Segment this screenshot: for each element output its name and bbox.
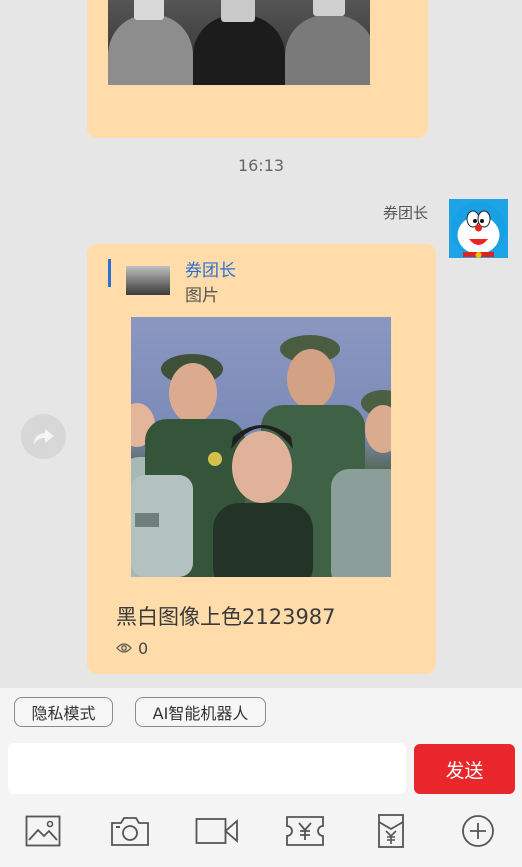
- more-button[interactable]: [455, 810, 501, 852]
- image-button[interactable]: [20, 810, 66, 852]
- send-button[interactable]: 发送: [414, 744, 515, 794]
- eye-icon: [116, 642, 132, 654]
- image-icon: [25, 815, 61, 847]
- quote-accent-bar: [108, 259, 111, 287]
- message-input[interactable]: [8, 743, 406, 794]
- video-button[interactable]: [194, 810, 240, 852]
- plus-icon: [461, 814, 495, 848]
- message-timestamp: 16:13: [237, 156, 285, 175]
- sender-name: 券团长: [382, 204, 428, 222]
- video-icon: [195, 817, 239, 845]
- red-packet-icon: [377, 813, 405, 849]
- camera-icon: [110, 815, 150, 847]
- previous-message-photo[interactable]: [108, 0, 370, 85]
- avatar[interactable]: [449, 199, 508, 258]
- camera-button[interactable]: [107, 810, 153, 852]
- coupon-button[interactable]: [282, 810, 328, 852]
- forward-icon: [33, 428, 55, 446]
- forward-button[interactable]: [21, 414, 66, 459]
- privacy-mode-chip[interactable]: 隐私模式: [14, 697, 113, 727]
- quote-author[interactable]: 券团长: [185, 256, 236, 281]
- quote-type: 图片: [185, 286, 219, 306]
- message-caption: 黑白图像上色2123987: [116, 605, 336, 629]
- colorized-photo[interactable]: [131, 317, 391, 577]
- ai-robot-chip[interactable]: AI智能机器人: [135, 697, 266, 727]
- quote-thumbnail[interactable]: [126, 266, 170, 295]
- views-count: 0: [138, 639, 149, 658]
- red-packet-button[interactable]: [368, 810, 414, 852]
- coupon-icon: [285, 815, 325, 847]
